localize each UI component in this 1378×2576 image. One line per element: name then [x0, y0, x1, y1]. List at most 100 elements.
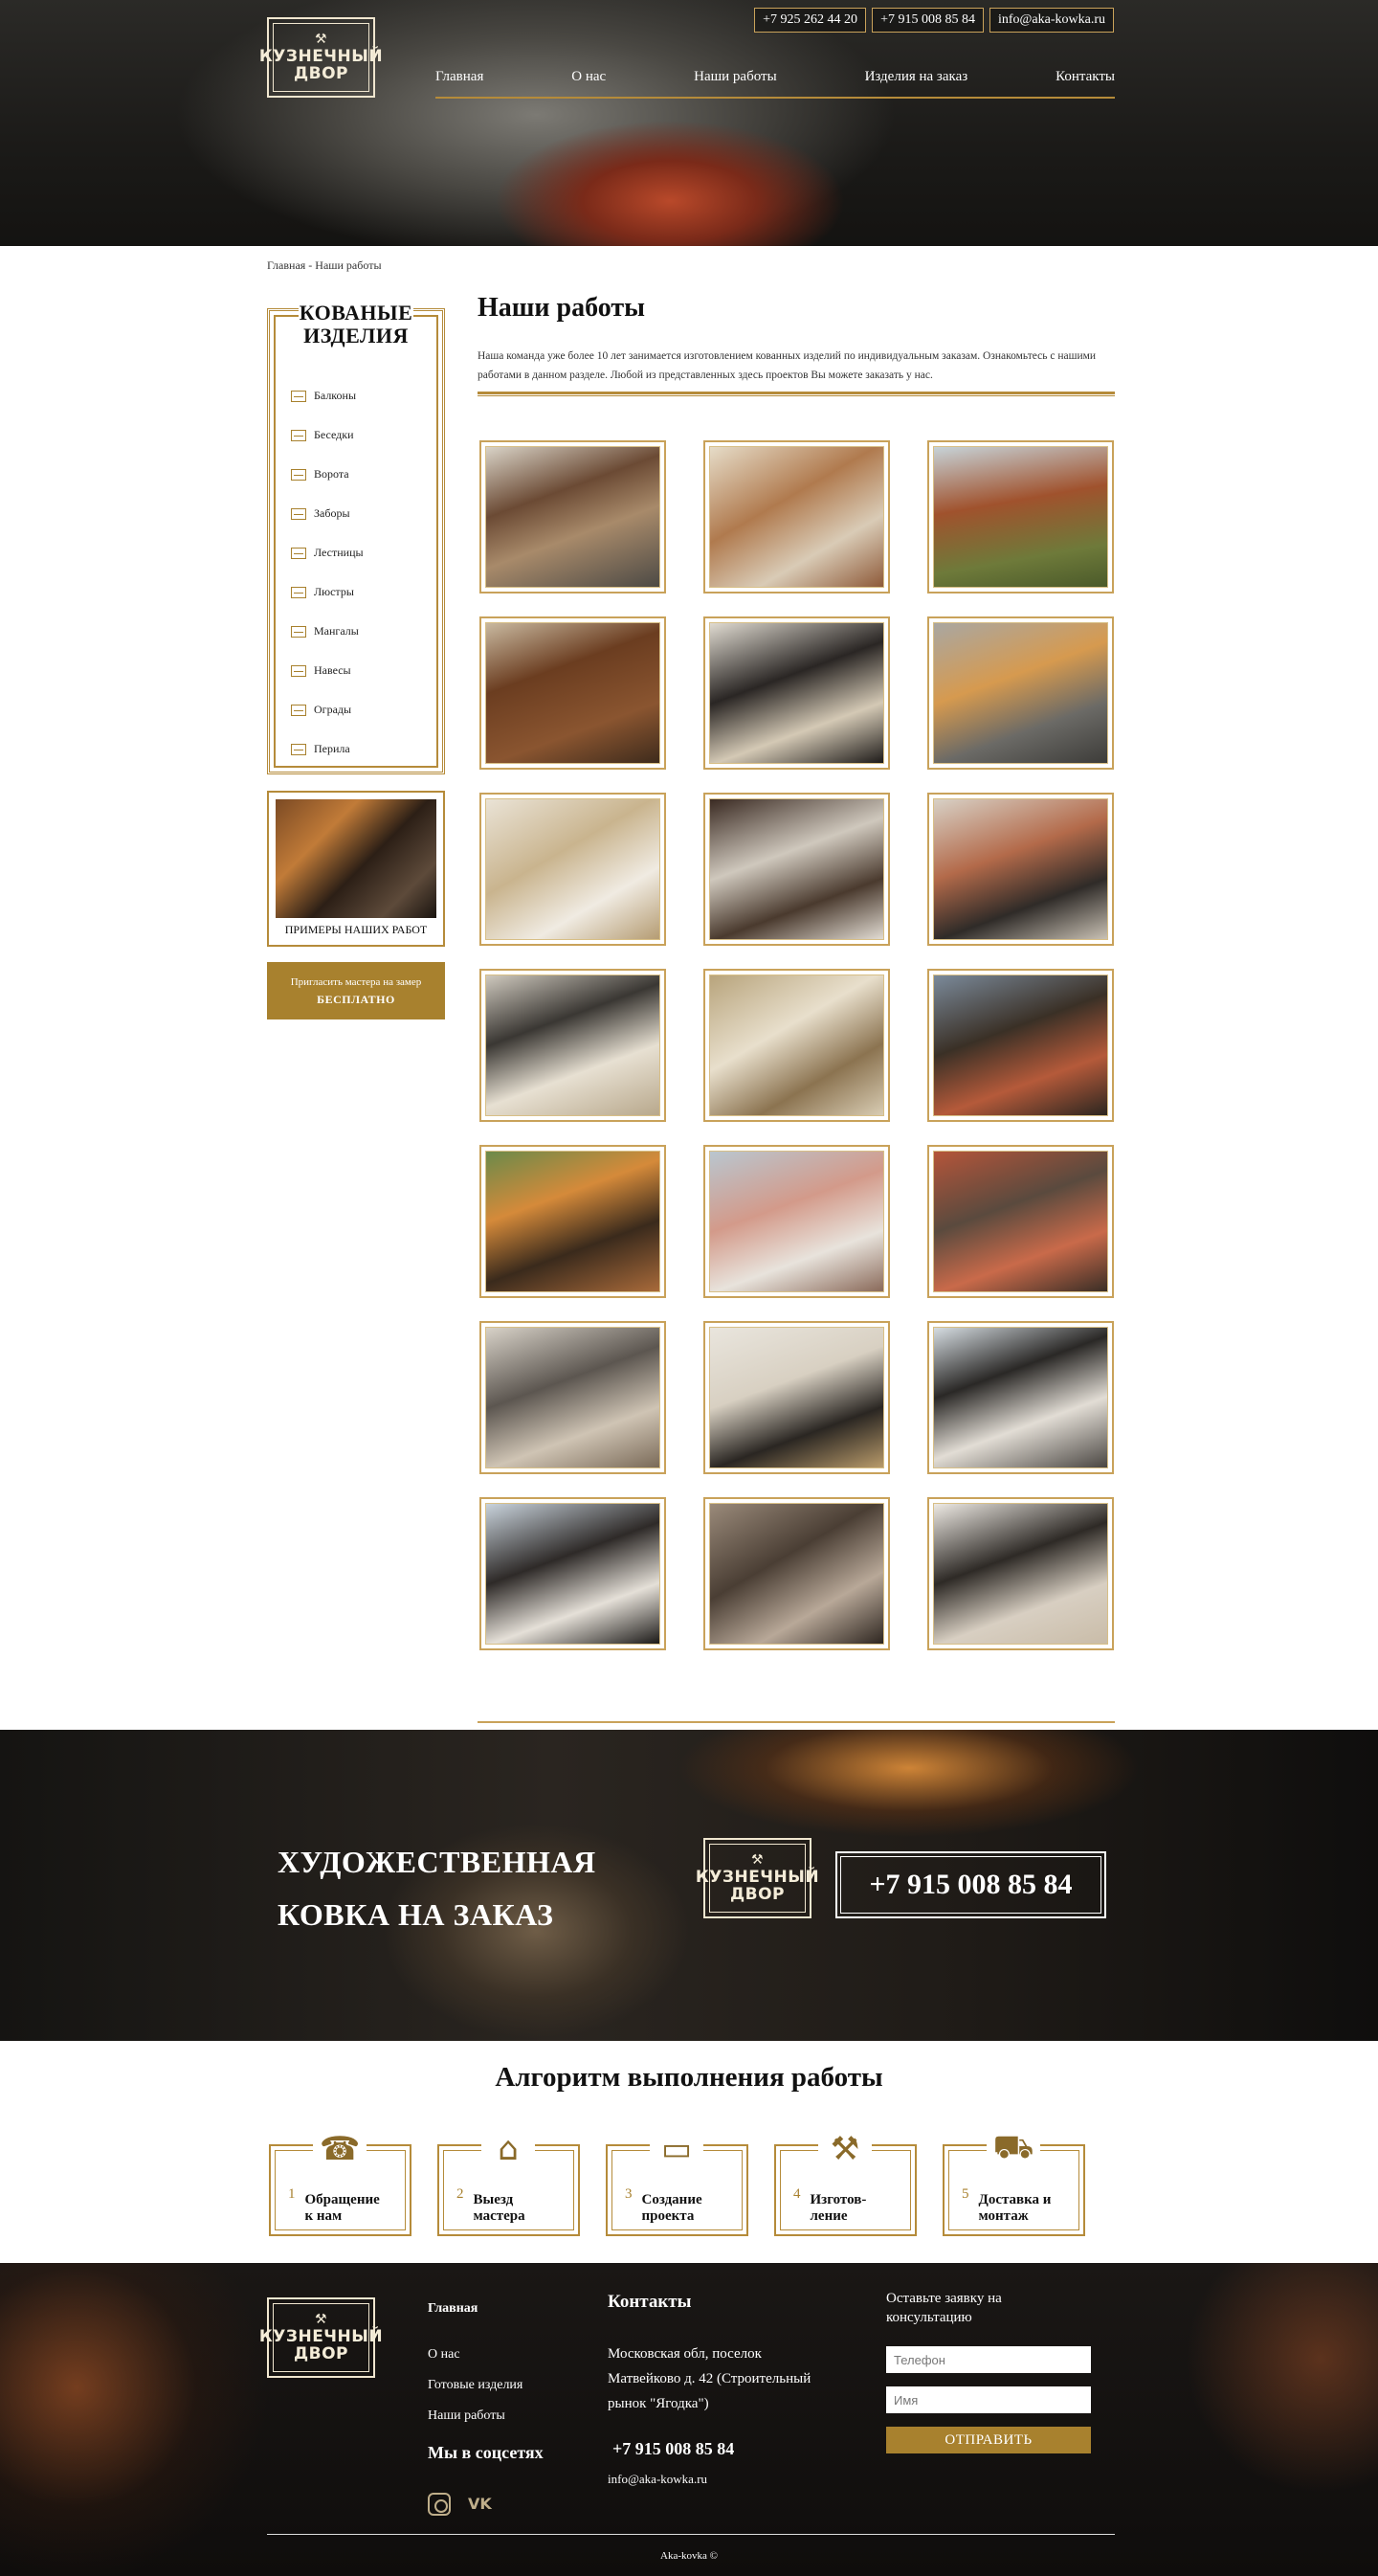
gallery-item[interactable]: [927, 1497, 1114, 1650]
category-list: Балконы Беседки Ворота Заборы Лестницы Л…: [291, 376, 364, 769]
nav-contacts[interactable]: Контакты: [1056, 69, 1115, 85]
category-item[interactable]: Лестницы: [291, 533, 364, 572]
gallery-item[interactable]: [479, 616, 666, 770]
gallery-item[interactable]: [479, 1497, 666, 1650]
gallery-item[interactable]: [703, 616, 890, 770]
gallery-item[interactable]: [479, 1321, 666, 1474]
step-card: ⌂ 2 Выезд мастера: [437, 2123, 580, 2236]
category-item[interactable]: Ворота: [291, 455, 364, 494]
examples-image: [276, 799, 436, 918]
category-label: Ограды: [314, 703, 352, 716]
step-label: Обращение к нам: [304, 2192, 380, 2224]
phone-link-1[interactable]: +7 925 262 44 20: [754, 8, 867, 33]
phone-input[interactable]: [886, 2346, 1091, 2373]
footer-phone[interactable]: +7 915 008 85 84: [612, 2439, 734, 2459]
headset-icon: ☎: [313, 2123, 367, 2175]
nav-about[interactable]: О нас: [571, 69, 606, 85]
examples-caption: ПРИМЕРЫ НАШИХ РАБОТ: [284, 923, 428, 936]
enclosure-icon: [291, 704, 306, 716]
canopy-icon: [291, 664, 306, 677]
footer-contacts-title: Контакты: [608, 2292, 692, 2312]
anvil-icon: ⚒: [750, 1852, 765, 1868]
form-title: Оставьте заявку на консультацию: [886, 2291, 1002, 2325]
gazebo-icon: [291, 429, 306, 441]
gallery-photo: [933, 622, 1108, 764]
grill-icon: [291, 625, 306, 638]
gallery-item[interactable]: [927, 440, 1114, 594]
category-menu: КОВАНЫЕ ИЗДЕЛИЯ Балконы Беседки Ворота З…: [267, 302, 445, 774]
copyright: Aka-kovka ©: [660, 2550, 718, 2562]
gallery-item[interactable]: [703, 793, 890, 946]
footer-link-works[interactable]: Наши работы: [428, 2408, 522, 2439]
header-contacts: +7 925 262 44 20 +7 915 008 85 84 info@a…: [754, 8, 1114, 33]
gallery-item[interactable]: [479, 440, 666, 594]
gallery-item[interactable]: [927, 793, 1114, 946]
gallery-photo: [485, 1503, 660, 1645]
gallery-item[interactable]: [703, 1321, 890, 1474]
nav-home[interactable]: Главная: [435, 69, 483, 85]
banner-line1: ХУДОЖЕСТВЕННАЯ: [278, 1845, 596, 1879]
step-card: ☎ 1 Обращение к нам: [269, 2123, 411, 2236]
gallery-item[interactable]: [927, 1145, 1114, 1298]
gallery-photo: [709, 446, 884, 588]
footer-link-products[interactable]: Готовые изделия: [428, 2378, 522, 2408]
footer-address: Московская обл, поселок Матвейково д. 42…: [608, 2346, 811, 2411]
nav-works[interactable]: Наши работы: [694, 69, 777, 85]
category-item[interactable]: Мангалы: [291, 612, 364, 651]
works-gallery: [479, 440, 1115, 1650]
gallery-item[interactable]: [703, 440, 890, 594]
category-label: Навесы: [314, 663, 351, 677]
step-label: Выезд мастера: [473, 2192, 525, 2224]
email-link[interactable]: info@aka-kowka.ru: [989, 8, 1114, 33]
phone-link-2[interactable]: +7 915 008 85 84: [872, 8, 984, 33]
footer-logo[interactable]: ⚒ КУЗНЕЧНЫЙ ДВОР: [259, 2297, 383, 2378]
footer-email[interactable]: info@aka-kowka.ru: [608, 2472, 707, 2487]
step-card: ⚒ 4 Изготов-ление: [774, 2123, 917, 2236]
gallery-photo: [485, 622, 660, 764]
gallery-item[interactable]: [927, 1321, 1114, 1474]
nav-custom[interactable]: Изделия на заказ: [865, 69, 968, 85]
gallery-item[interactable]: [703, 1497, 890, 1650]
house-icon: ⌂: [481, 2123, 535, 2175]
logo-line2: ДВОР: [729, 1885, 785, 1904]
step-label: Создание проекта: [641, 2192, 702, 2224]
name-input[interactable]: [886, 2386, 1091, 2413]
gallery-photo: [709, 974, 884, 1116]
gallery-photo: [709, 798, 884, 940]
gallery-item[interactable]: [927, 616, 1114, 770]
header: ⚒ КУЗНЕЧНЫЙ ДВОР +7 925 262 44 20 +7 915…: [0, 0, 1378, 246]
logo[interactable]: ⚒ КУЗНЕЧНЫЙ ДВОР: [259, 17, 383, 98]
footer-link-about[interactable]: О нас: [428, 2347, 522, 2378]
category-item[interactable]: Заборы: [291, 494, 364, 533]
invite-master-button[interactable]: Пригласить мастера на замер БЕСПЛАТНО: [267, 962, 445, 1019]
vk-icon[interactable]: VK: [468, 2493, 492, 2516]
category-label: Перила: [314, 742, 350, 755]
category-label: Балконы: [314, 389, 357, 402]
instagram-icon[interactable]: [428, 2493, 451, 2516]
footer-link-home[interactable]: Главная: [428, 2301, 522, 2347]
fence-icon: [291, 507, 306, 520]
gallery-item[interactable]: [927, 969, 1114, 1122]
social-title: Мы в соцсетях: [428, 2443, 544, 2462]
category-item[interactable]: Навесы: [291, 651, 364, 690]
category-item[interactable]: Ограды: [291, 690, 364, 729]
gallery-item[interactable]: [479, 969, 666, 1122]
banner-phone-button[interactable]: +7 915 008 85 84: [835, 1851, 1106, 1918]
gallery-photo: [933, 1503, 1108, 1645]
category-item[interactable]: Беседки: [291, 415, 364, 455]
gallery-item[interactable]: [703, 969, 890, 1122]
category-label: Ворота: [314, 467, 349, 481]
category-item[interactable]: Балконы: [291, 376, 364, 415]
gallery-item[interactable]: [703, 1145, 890, 1298]
monitor-icon: ▭: [650, 2123, 703, 2175]
examples-card[interactable]: ПРИМЕРЫ НАШИХ РАБОТ: [267, 791, 445, 947]
anvil-icon: ⚒: [314, 32, 328, 47]
gallery-item[interactable]: [479, 793, 666, 946]
category-item[interactable]: Люстры: [291, 572, 364, 612]
category-item[interactable]: Перила: [291, 729, 364, 769]
submit-button[interactable]: ОТПРАВИТЬ: [886, 2427, 1091, 2453]
invite-master-free: БЕСПЛАТНО: [317, 993, 395, 1006]
gallery-item[interactable]: [479, 1145, 666, 1298]
algorithm-title: Алгоритм выполнения работы: [495, 2062, 883, 2093]
breadcrumb[interactable]: Главная - Наши работы: [267, 258, 382, 273]
